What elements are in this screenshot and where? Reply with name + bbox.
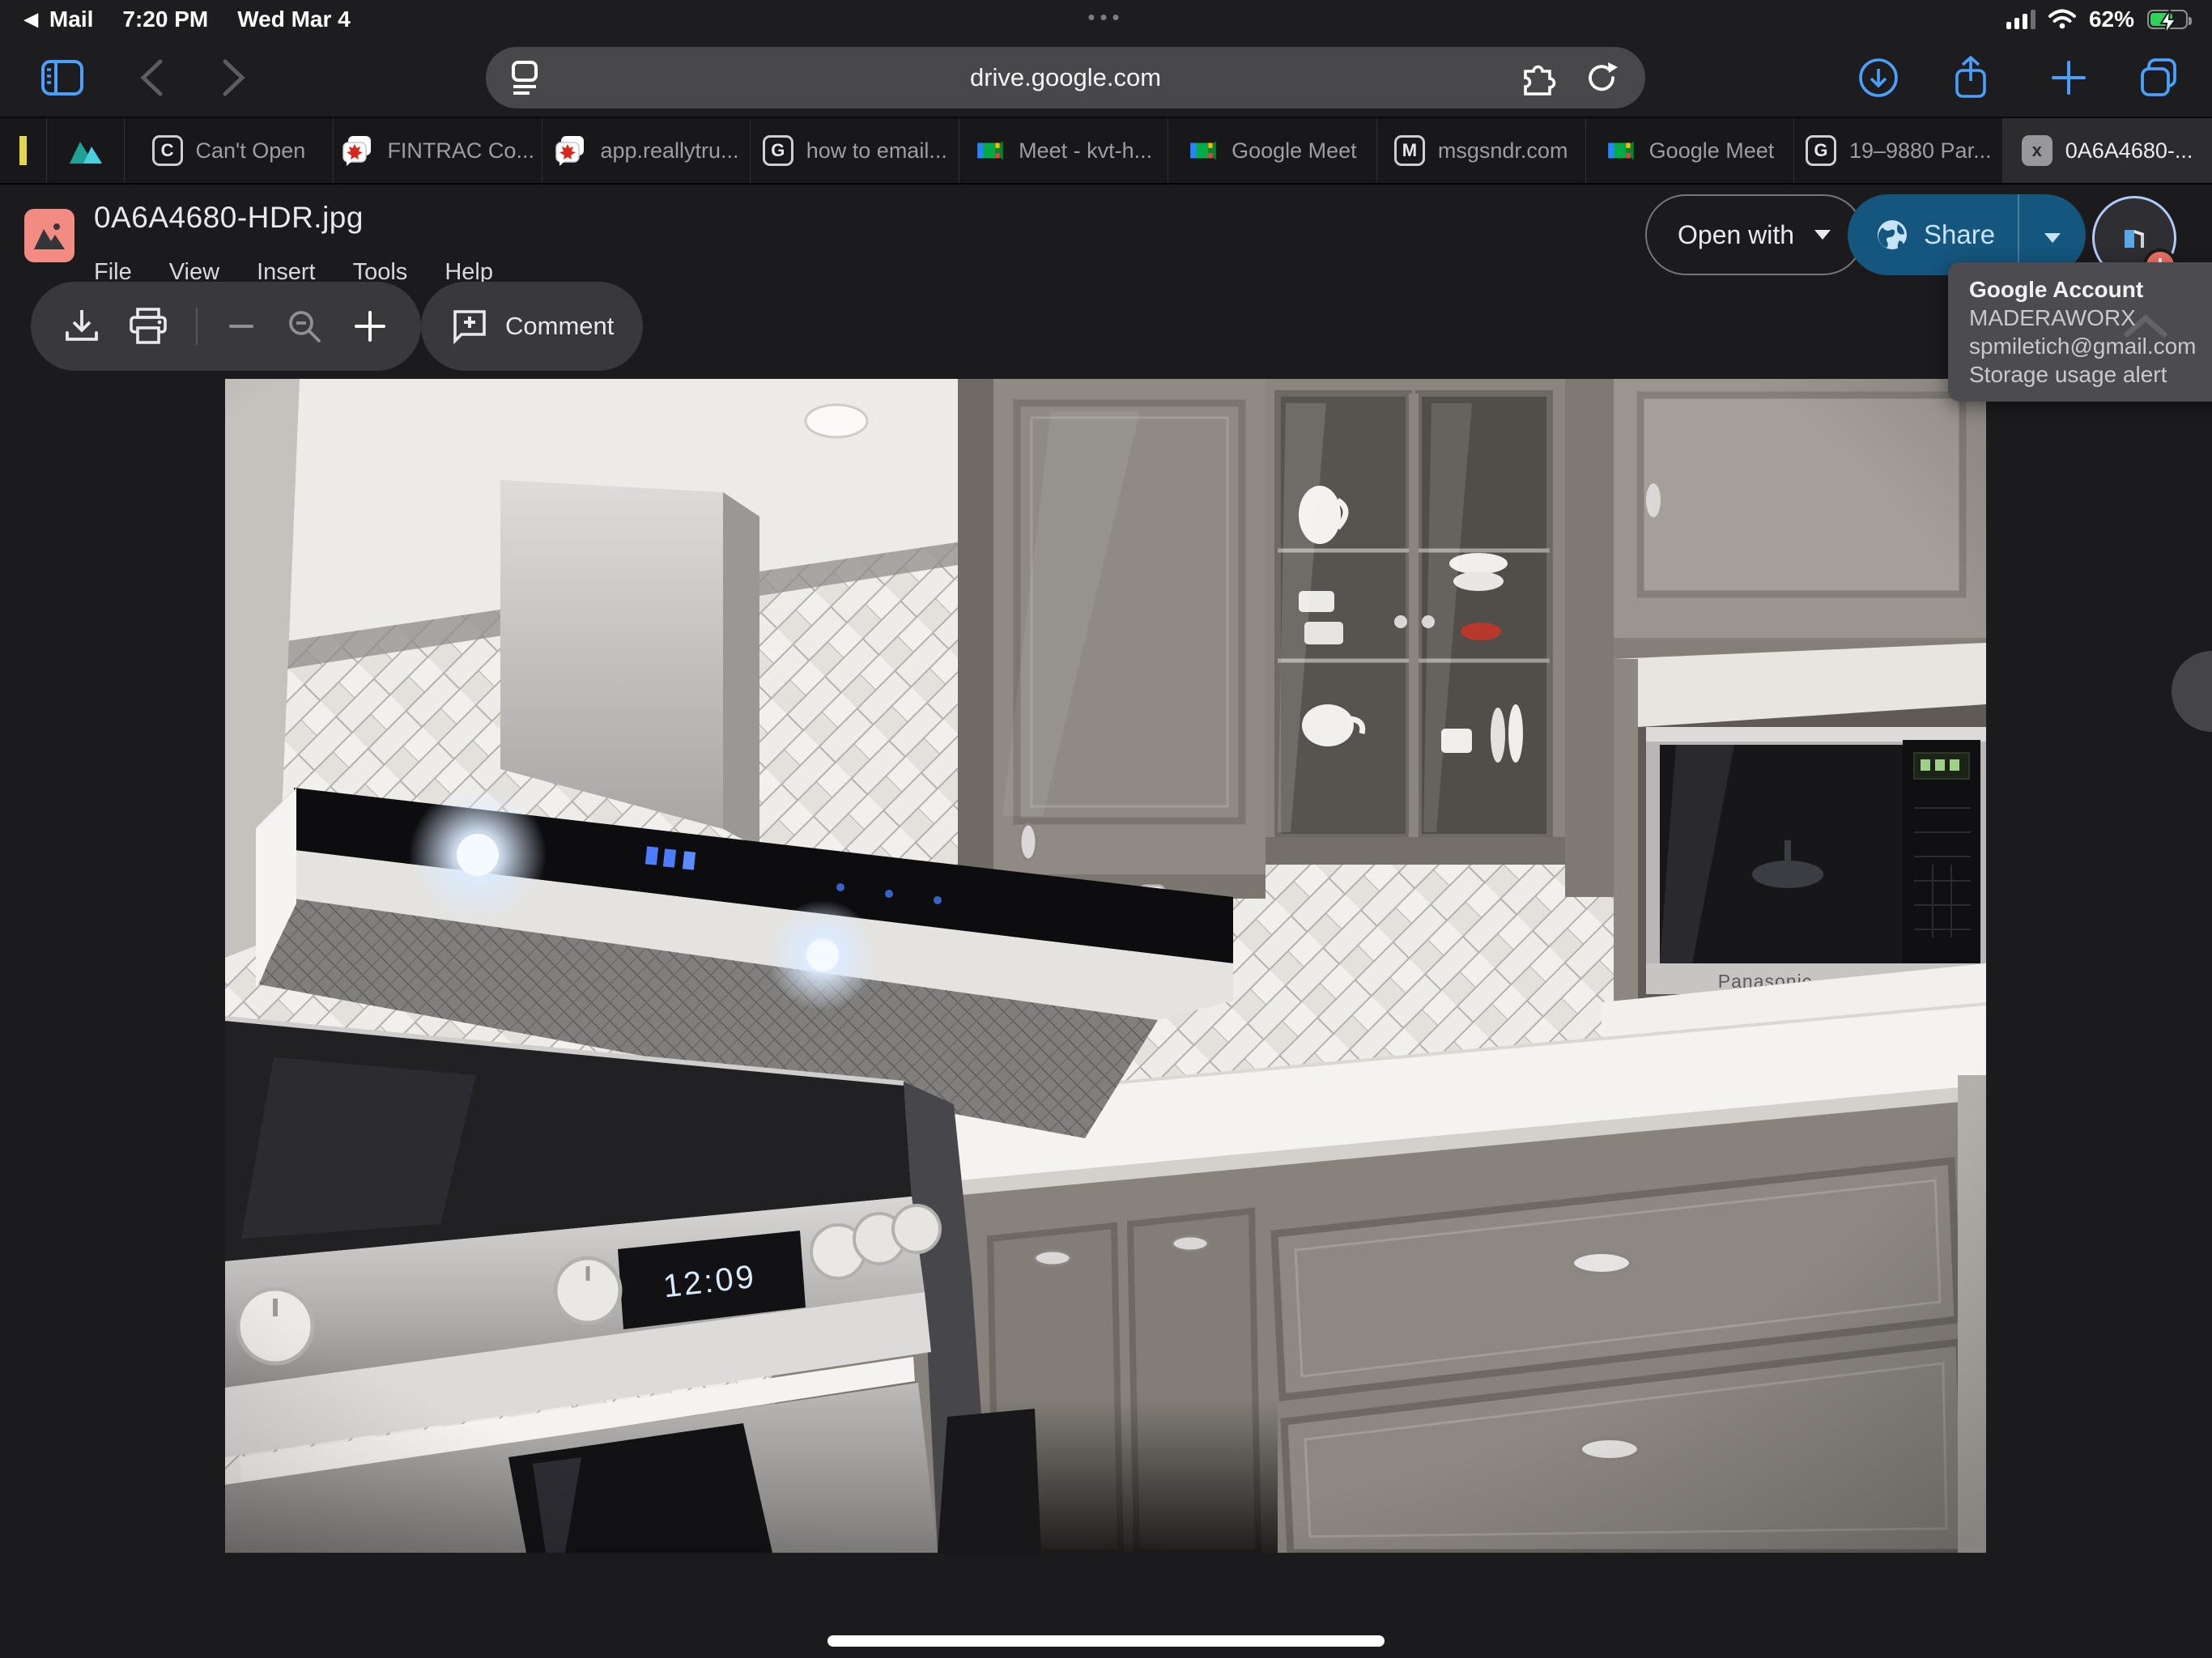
close-tab-icon[interactable]: x xyxy=(2022,135,2052,166)
tab-google-meet-1[interactable]: Google Meet xyxy=(1168,118,1377,183)
url-text: drive.google.com xyxy=(970,63,1161,92)
letter-g-favicon: G xyxy=(1806,135,1836,166)
tooltip-alert: Storage usage alert xyxy=(1969,360,2212,389)
battery-icon xyxy=(2147,10,2188,29)
tab-label: Meet - kvt-h... xyxy=(1019,138,1152,164)
clock-text: 7:20 PM xyxy=(122,6,208,32)
share-icon[interactable] xyxy=(1951,55,1990,100)
forward-icon[interactable] xyxy=(220,57,248,98)
ipad-screen: ◀ Mail 7:20 PM Wed Mar 4 ••• 62% xyxy=(0,0,2212,1658)
letter-c-favicon: C xyxy=(152,135,183,166)
open-with-button[interactable]: Open with xyxy=(1645,194,1864,275)
google-meet-favicon xyxy=(975,135,1006,166)
tab-label: Google Meet xyxy=(1231,138,1357,164)
page-title: 0A6A4680-HDR.jpg xyxy=(94,201,364,235)
tab-overview-icon[interactable] xyxy=(2138,57,2181,99)
tooltip-account-name: MADERAWORX xyxy=(1969,304,2212,332)
yellow-favicon xyxy=(19,136,27,165)
cellular-signal-icon xyxy=(2006,10,2035,29)
page-format-icon[interactable] xyxy=(507,60,542,104)
scroll-edge-button[interactable] xyxy=(2172,651,2212,732)
tab-cant-open[interactable]: C Can't Open xyxy=(125,118,334,183)
add-comment-icon xyxy=(450,308,489,345)
date-text: Wed Mar 4 xyxy=(237,6,351,32)
share-label: Share xyxy=(1924,219,1995,250)
sidebar-toggle-icon[interactable] xyxy=(40,59,84,96)
print-icon[interactable] xyxy=(128,307,168,346)
zoom-out-icon[interactable] xyxy=(225,310,257,342)
multitasking-dots[interactable]: ••• xyxy=(1087,5,1124,30)
tab-label: msgsndr.com xyxy=(1438,138,1568,164)
tooltip-title: Google Account xyxy=(1969,275,2212,304)
tab-label: 0A6A4680-... xyxy=(2065,138,2193,164)
extensions-puzzle-icon[interactable] xyxy=(1519,60,1556,96)
comment-label: Comment xyxy=(505,312,614,341)
google-meet-favicon xyxy=(1188,135,1219,166)
home-indicator[interactable] xyxy=(827,1635,1385,1647)
tab-pinned-yellow[interactable] xyxy=(0,118,47,183)
maple-chat-favicon xyxy=(340,134,374,167)
download-icon[interactable] xyxy=(63,307,100,346)
chevron-down-icon xyxy=(1814,229,1831,240)
open-with-label: Open with xyxy=(1678,220,1794,250)
battery-percent: 62% xyxy=(2089,6,2134,32)
letter-g-favicon: G xyxy=(763,135,793,166)
tab-19-9880[interactable]: G 19–9880 Par... xyxy=(1794,118,2003,183)
tab-bar: C Can't Open FINTRAC Co... app.reallytru… xyxy=(0,118,2212,185)
downloads-icon[interactable] xyxy=(1857,57,1899,99)
tab-fintrac[interactable]: FINTRAC Co... xyxy=(334,118,542,183)
tab-label: 19–9880 Par... xyxy=(1849,138,1992,164)
viewer-toolbar xyxy=(31,282,421,371)
tab-meet-kvt[interactable]: Meet - kvt-h... xyxy=(959,118,1168,183)
avatar-logo xyxy=(2116,220,2152,256)
account-tooltip: Google Account MADERAWORX spmiletich@gma… xyxy=(1948,262,2212,402)
tab-pinned-mountain[interactable] xyxy=(47,118,125,183)
tab-current-image[interactable]: x 0A6A4680-... xyxy=(2003,118,2212,183)
letter-m-favicon: M xyxy=(1394,135,1425,166)
maple-chat-favicon xyxy=(553,134,587,167)
tab-label: app.reallytru... xyxy=(600,138,738,164)
mountain-favicon xyxy=(67,135,104,166)
safari-toolbar: drive.google.com xyxy=(0,39,2212,118)
tab-label: Can't Open xyxy=(196,138,306,164)
share-dropdown-caret[interactable] xyxy=(2019,219,2086,250)
tab-label: Google Meet xyxy=(1649,138,1775,164)
globe-icon xyxy=(1875,218,1909,252)
status-bar: ◀ Mail 7:20 PM Wed Mar 4 ••• 62% xyxy=(0,0,2212,39)
tab-label: FINTRAC Co... xyxy=(387,138,534,164)
google-meet-favicon xyxy=(1606,135,1636,166)
new-tab-plus-icon[interactable] xyxy=(2048,57,2089,98)
comment-button[interactable]: Comment xyxy=(421,282,643,371)
tab-how-to-email[interactable]: G how to email... xyxy=(751,118,959,183)
image-file-icon xyxy=(24,209,74,262)
collapse-chevron-icon[interactable] xyxy=(2123,314,2168,342)
back-to-app-label[interactable]: Mail xyxy=(49,6,93,32)
tab-reallytrusted[interactable]: app.reallytru... xyxy=(542,118,751,183)
tab-google-meet-2[interactable]: Google Meet xyxy=(1586,118,1795,183)
tooltip-email: spmiletich@gmail.com xyxy=(1969,332,2212,360)
zoom-magnifier-icon[interactable] xyxy=(285,307,324,346)
reload-icon[interactable] xyxy=(1584,60,1621,96)
divider xyxy=(196,308,198,345)
wifi-icon xyxy=(2048,9,2076,30)
tab-msgsndr[interactable]: M msgsndr.com xyxy=(1377,118,1586,183)
url-bar[interactable]: drive.google.com xyxy=(486,47,1645,108)
zoom-in-icon[interactable] xyxy=(351,308,389,345)
photo-kitchen[interactable]: Panasonic xyxy=(225,379,1986,1553)
back-to-app-icon[interactable]: ◀ xyxy=(24,9,38,30)
tab-label: how to email... xyxy=(806,138,947,164)
back-icon[interactable] xyxy=(138,57,165,98)
